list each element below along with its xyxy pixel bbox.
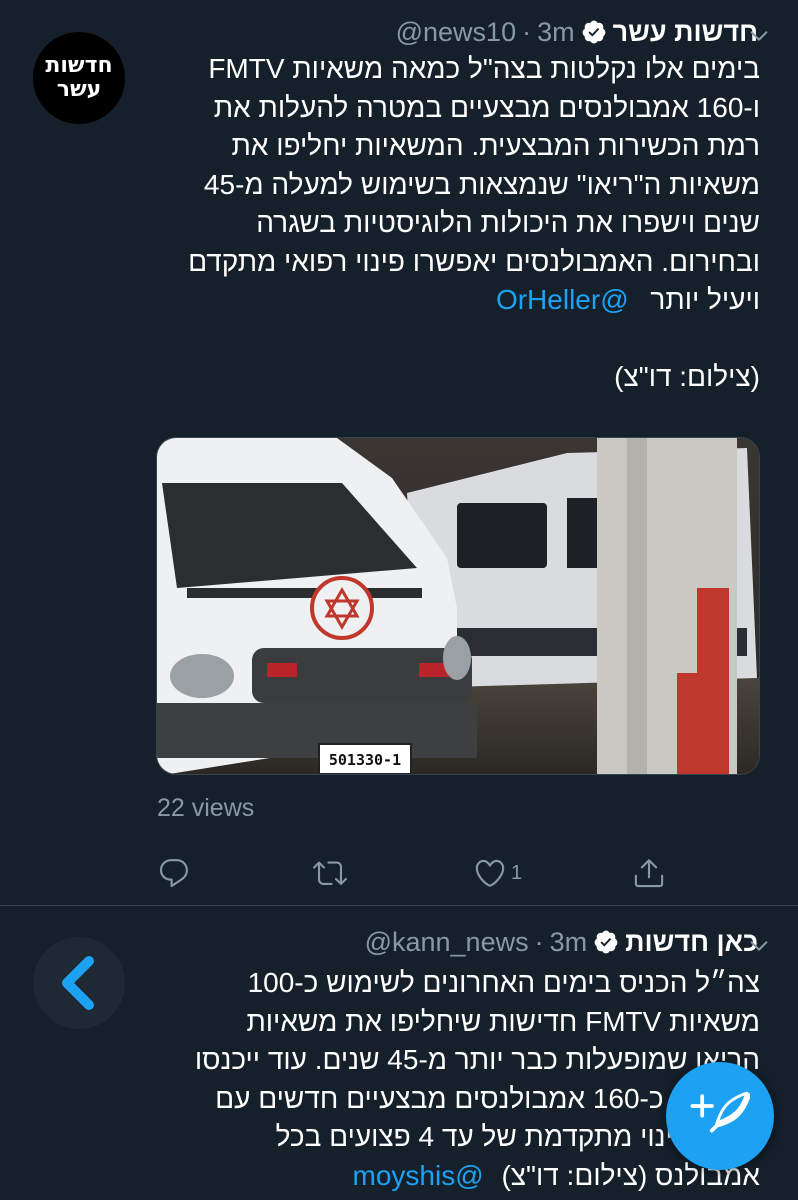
tweet-text-line: שנים וישפרו את היכולות הלוגיסטיות בשגרה <box>256 207 760 238</box>
tweet-text-fragment: ויעיל יותר <box>650 284 760 315</box>
tweet-text-line: בימים אלו נקלטות בצה"ל כמאה משאיות FMTV <box>208 53 760 84</box>
compose-tweet-button[interactable] <box>666 1062 774 1170</box>
meta-separator: · <box>534 926 544 957</box>
tweet-text-line: ויעיל יותר @OrHeller <box>150 281 760 320</box>
tweet-actions: 1 <box>0 850 798 896</box>
mention-link[interactable]: @moyshis <box>353 1160 484 1191</box>
tweet-media-image[interactable]: 501330-1 <box>156 437 760 775</box>
ambulance-photo: 501330-1 <box>157 438 759 774</box>
tweet-header: חדשות עשר @news10 · 3m <box>158 12 758 52</box>
line-break <box>150 320 760 359</box>
tweet-header: כאן חדשות @kann_news · 3m <box>158 922 758 962</box>
retweet-icon <box>313 861 347 885</box>
like-icon <box>475 859 505 887</box>
reply-icon <box>159 859 188 888</box>
reply-button[interactable] <box>157 856 191 890</box>
avatar-kann-news[interactable] <box>33 937 125 1029</box>
tweet-text-line: ובחירום. האמבולנסים יאפשרו פינוי רפואי מ… <box>188 245 760 277</box>
display-name[interactable]: כאן חדשות <box>625 927 758 958</box>
timestamp[interactable]: 3m <box>550 927 588 958</box>
view-count: 22 views <box>157 794 255 822</box>
share-icon <box>634 859 664 888</box>
meta-separator: · <box>522 16 532 47</box>
kann-logo-icon <box>62 956 94 1010</box>
retweet-button[interactable] <box>313 856 347 890</box>
compose-tweet-icon <box>690 1091 750 1133</box>
timestamp[interactable]: 3m <box>537 17 575 48</box>
tweet-text-line: הריאו שמופעלות כבר יותר מ-45 שנים. עוד י… <box>194 1044 760 1075</box>
license-plate: 501330-1 <box>329 751 401 769</box>
tweet-text: צה״ל הכניס בימים האחרונים לשימוש כ-100 מ… <box>150 964 760 1195</box>
tweet-text-line: ו-160 אמבולנסים מבצעיים במטרה להעלות את <box>213 91 760 123</box>
display-name[interactable]: חדשות עשר <box>613 17 758 48</box>
mention-link[interactable]: @OrHeller <box>496 284 629 315</box>
chevron-down-icon[interactable] <box>748 935 770 957</box>
news10-logo: חדשות עשר <box>45 53 113 102</box>
photo-credit: (צילום: דו"צ) <box>614 361 760 392</box>
handle[interactable]: @news10 <box>396 17 516 48</box>
verified-badge-icon <box>582 20 605 44</box>
timeline: חדשות עשר חדשות עשר @news10 · 3m בימים א… <box>0 0 798 1200</box>
tweet-text-line: אמבולנס (צילום: דו"צ) @moyshis <box>150 1157 760 1196</box>
like-count: 1 <box>511 861 523 884</box>
tweet-text-line: צה״ל הכניס בימים האחרונים לשימוש כ-100 <box>247 967 760 998</box>
tweet-meta: @kann_news · 3m <box>365 927 588 958</box>
tweet-text-line: משאיות ה"ריאו" שנמצאות בשימוש למעלה מ-45 <box>203 168 760 200</box>
share-button[interactable] <box>632 856 666 890</box>
handle[interactable]: @kann_news <box>365 927 529 958</box>
tweet-text-line: משאיות FMTV חדישות שיחליפו את משאיות <box>246 1005 760 1037</box>
tweet-meta: @news10 · 3m <box>396 17 575 48</box>
tweet-text: בימים אלו נקלטות בצה"ל כמאה משאיות FMTV … <box>150 50 760 397</box>
verified-badge-icon <box>594 930 618 954</box>
avatar-news10[interactable]: חדשות עשר <box>33 32 125 124</box>
tweet-text-line: רמת הכשירות המבצעית. המשאיות יחליפו את <box>231 130 761 161</box>
like-button[interactable]: 1 <box>473 856 522 890</box>
chevron-down-icon[interactable] <box>748 25 770 47</box>
